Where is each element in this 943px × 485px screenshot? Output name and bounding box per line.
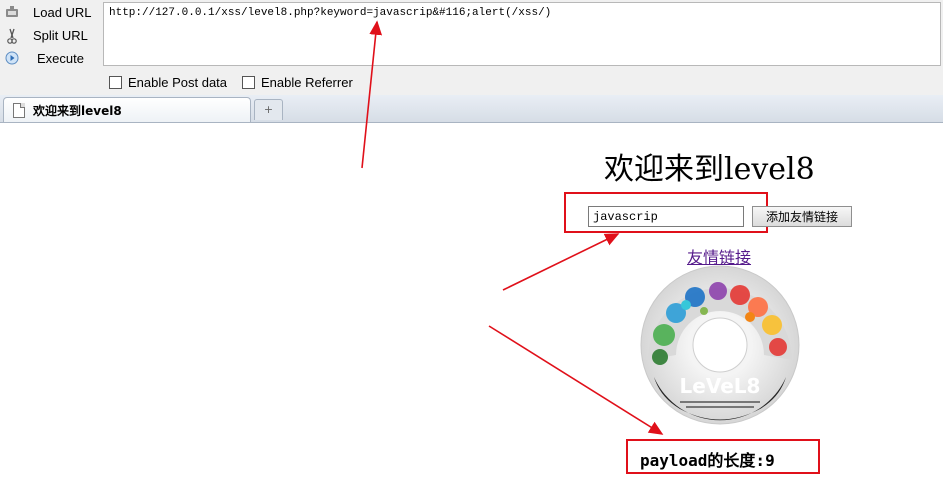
arrow-to-input <box>502 233 620 291</box>
arrow-to-payload <box>488 325 664 435</box>
annotation-arrows <box>361 20 664 435</box>
arrow-to-url <box>361 20 383 169</box>
